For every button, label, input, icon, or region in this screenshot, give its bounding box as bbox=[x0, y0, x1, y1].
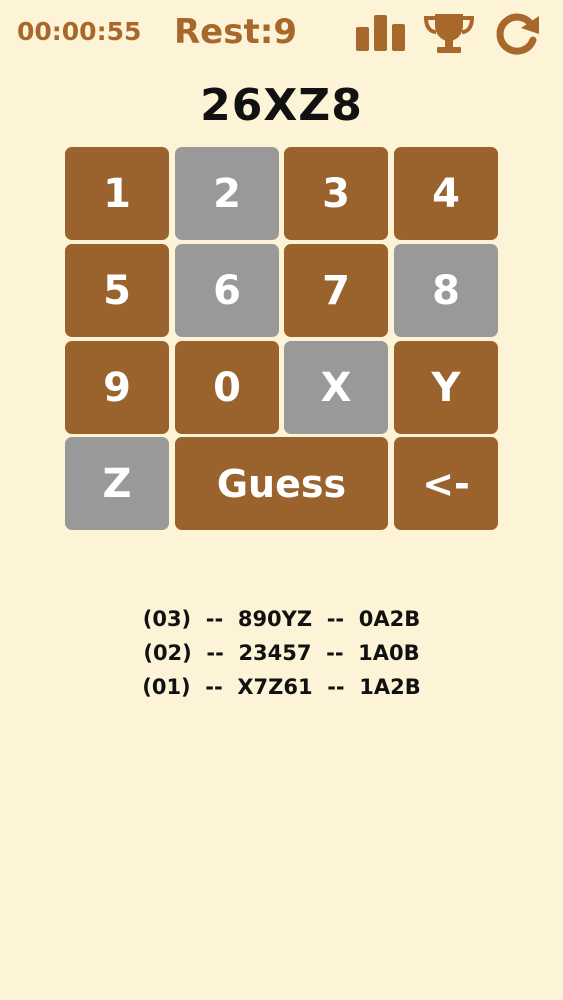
key-2[interactable]: 2 bbox=[175, 147, 279, 240]
key-6[interactable]: 6 bbox=[175, 244, 279, 337]
key-label: 6 bbox=[213, 267, 241, 314]
key-label: 0 bbox=[213, 364, 241, 411]
reload-icon bbox=[496, 13, 539, 55]
key-x[interactable]: X bbox=[284, 341, 388, 434]
key-9[interactable]: 9 bbox=[65, 341, 169, 434]
key-5[interactable]: 5 bbox=[65, 244, 169, 337]
current-guess: 26XZ8 bbox=[200, 80, 363, 131]
key-label: Z bbox=[102, 460, 132, 507]
restart-button[interactable] bbox=[490, 10, 546, 56]
key-z[interactable]: Z bbox=[65, 437, 169, 530]
key-label: 4 bbox=[432, 170, 460, 217]
keypad: 1 2 3 4 5 6 7 8 9 0 X Y Z Guess <- bbox=[65, 147, 498, 530]
history-row: (01) -- X7Z61 -- 1A2B bbox=[142, 675, 421, 699]
key-8[interactable]: 8 bbox=[394, 244, 498, 337]
key-label: 8 bbox=[432, 267, 460, 314]
key-1[interactable]: 1 bbox=[65, 147, 169, 240]
guess-history: (03) -- 890YZ -- 0A2B (02) -- 23457 -- 1… bbox=[0, 602, 563, 704]
history-row: (03) -- 890YZ -- 0A2B bbox=[142, 607, 421, 631]
trophy-icon bbox=[423, 14, 475, 53]
history-row: (02) -- 23457 -- 1A0B bbox=[143, 641, 420, 665]
key-label: 7 bbox=[322, 267, 350, 314]
key-0[interactable]: 0 bbox=[175, 341, 279, 434]
top-bar: 00:00:55 Rest:9 bbox=[0, 0, 563, 70]
key-y[interactable]: Y bbox=[394, 341, 498, 434]
key-7[interactable]: 7 bbox=[284, 244, 388, 337]
guess-button-label: Guess bbox=[216, 461, 347, 506]
key-label: 3 bbox=[322, 170, 350, 217]
key-label: X bbox=[320, 364, 352, 411]
key-label: 1 bbox=[103, 170, 131, 217]
key-label: 5 bbox=[103, 267, 131, 314]
bar-chart-icon bbox=[356, 15, 405, 51]
key-3[interactable]: 3 bbox=[284, 147, 388, 240]
key-label: Y bbox=[431, 364, 461, 411]
rest-counter: Rest:9 bbox=[174, 12, 297, 52]
key-label: 2 bbox=[213, 170, 241, 217]
key-label: 9 bbox=[103, 364, 131, 411]
timer: 00:00:55 bbox=[17, 17, 142, 46]
backspace-button[interactable]: <- bbox=[394, 437, 498, 530]
backspace-button-label: <- bbox=[422, 461, 470, 506]
guess-button[interactable]: Guess bbox=[175, 437, 388, 530]
stats-button[interactable] bbox=[353, 10, 409, 56]
leaderboard-button[interactable] bbox=[421, 10, 477, 56]
key-4[interactable]: 4 bbox=[394, 147, 498, 240]
